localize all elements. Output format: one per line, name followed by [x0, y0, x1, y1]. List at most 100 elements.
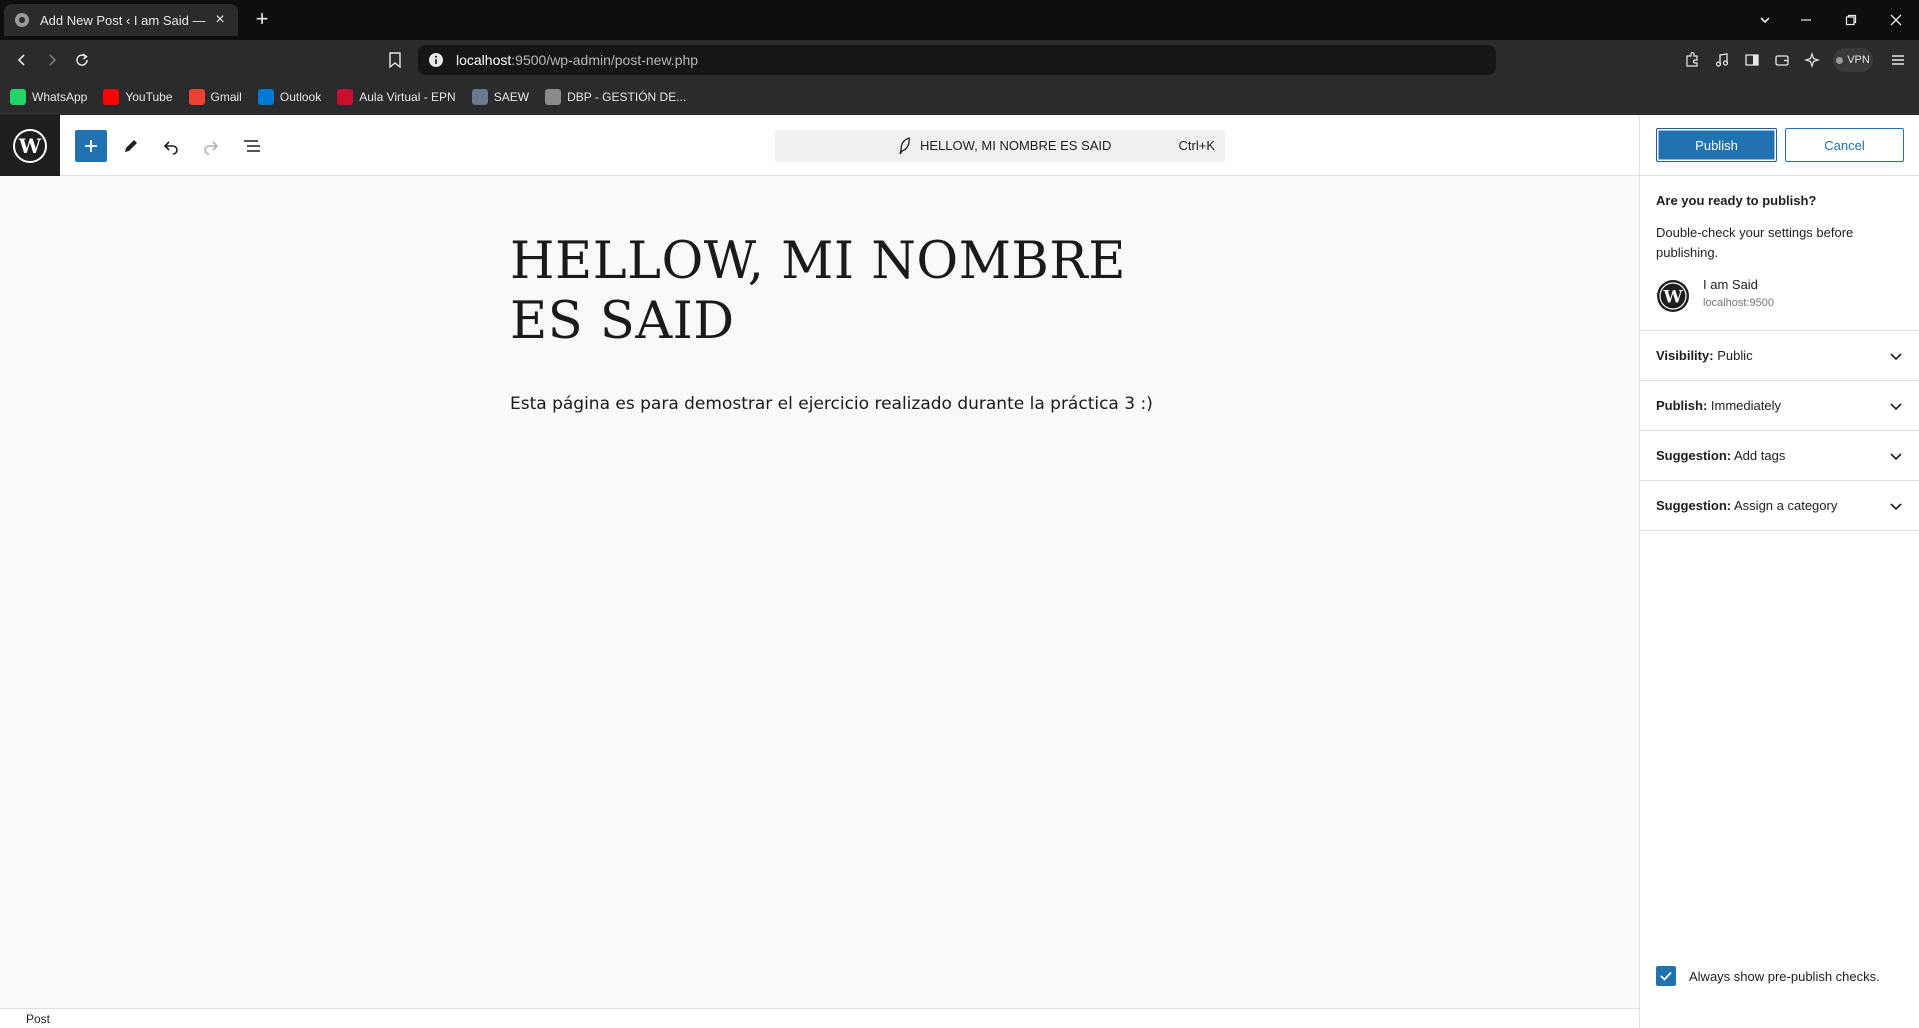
visibility-key: Visibility:	[1656, 348, 1714, 363]
media-icon[interactable]	[1710, 48, 1734, 72]
wordpress-logo-icon[interactable]: W	[0, 115, 60, 176]
bookmark-label: Gmail	[210, 89, 242, 104]
bookmark-item[interactable]: SAEW	[471, 88, 530, 105]
bookmark-label: YouTube	[125, 89, 173, 104]
back-icon[interactable]	[10, 48, 34, 72]
bookmark-label: SAEW	[493, 89, 530, 104]
browser-tab-active[interactable]: Add New Post ‹ I am Said — W ×	[4, 4, 238, 36]
vpn-label: VPN	[1847, 54, 1870, 66]
publish-time-row[interactable]: Publish: Immediately	[1640, 381, 1919, 431]
tags-suggestion-text: Suggestion: Add tags	[1656, 448, 1785, 463]
checkmark-icon	[1660, 971, 1672, 981]
bookmark-label: Outlook	[279, 89, 322, 104]
address-bar[interactable]: localhost:9500/wp-admin/post-new.php	[418, 45, 1496, 75]
browser-tabstrip: Add New Post ‹ I am Said — W × +	[0, 0, 1919, 40]
bookmark-label: Aula Virtual - EPN	[359, 89, 456, 104]
vpn-status-icon	[1836, 56, 1844, 64]
url-text: localhost:9500/wp-admin/post-new.php	[456, 52, 698, 68]
tab-close-icon[interactable]: ×	[212, 12, 228, 28]
whatsapp-icon	[10, 88, 26, 105]
command-palette-bar[interactable]: HELLOW, MI NOMBRE ES SAID Ctrl+K	[775, 130, 1225, 162]
saew-icon	[471, 88, 488, 105]
vpn-button[interactable]: VPN	[1833, 48, 1873, 72]
post-title-line-2: ES SAID	[510, 292, 735, 351]
always-show-checkbox[interactable]	[1656, 966, 1676, 986]
add-block-button[interactable]	[75, 130, 107, 162]
chevron-down-icon	[1890, 503, 1902, 511]
url-host: localhost	[456, 52, 512, 68]
tags-suggestion-key: Suggestion:	[1656, 448, 1732, 463]
prepublish-header: Publish Cancel	[1640, 115, 1919, 176]
leo-ai-icon[interactable]	[1800, 48, 1824, 72]
visibility-row[interactable]: Visibility: Public	[1640, 331, 1919, 381]
new-tab-button[interactable]: +	[250, 8, 274, 32]
wallet-icon[interactable]	[1770, 48, 1794, 72]
editor-header: W HELLOW, MI NOMBRE ES SAID Ctrl+K	[0, 115, 1639, 176]
close-window-icon[interactable]	[1884, 8, 1908, 32]
sidebar-icon[interactable]	[1740, 48, 1764, 72]
youtube-icon	[103, 88, 120, 105]
document-overview-icon[interactable]	[236, 130, 268, 162]
tags-suggestion-value: Add tags	[1734, 448, 1786, 463]
publish-time-key: Publish:	[1656, 398, 1708, 413]
chevron-down-icon	[1890, 453, 1902, 461]
bookmark-label: WhatsApp	[32, 89, 88, 104]
category-suggestion-key: Suggestion:	[1656, 498, 1732, 513]
post-type-icon	[899, 137, 910, 155]
tab-search-icon[interactable]	[1753, 8, 1777, 32]
bookmark-item[interactable]: YouTube	[103, 88, 173, 105]
globe-icon	[545, 88, 562, 105]
menu-icon[interactable]	[1886, 48, 1910, 72]
tools-pencil-icon[interactable]	[115, 130, 147, 162]
site-info-icon[interactable]	[428, 52, 444, 68]
bookmarks-bar: WhatsApp YouTube Gmail Outlook Aula Virtual …	[0, 80, 1919, 114]
prepublish-panel: Publish Cancel Are you ready to publish?…	[1639, 115, 1919, 1028]
command-shortcut: Ctrl+K	[1178, 138, 1215, 153]
category-suggestion-row[interactable]: Suggestion: Assign a category	[1640, 481, 1919, 531]
bookmark-icon[interactable]	[383, 48, 407, 72]
minimize-icon[interactable]	[1794, 8, 1818, 32]
globe-icon	[15, 13, 29, 27]
publish-time-text: Publish: Immediately	[1656, 398, 1781, 413]
wp-editor: W HELLOW, MI NOMBRE ES SAID Ctrl+K HELLO…	[0, 115, 1919, 1028]
always-show-checks: Always show pre-publish checks.	[1656, 966, 1880, 986]
bookmark-item[interactable]: Gmail	[188, 88, 242, 105]
chevron-down-icon	[1890, 353, 1902, 361]
always-show-label[interactable]: Always show pre-publish checks.	[1689, 969, 1880, 984]
svg-text:W: W	[1662, 288, 1683, 308]
bookmark-item[interactable]: DBP - GESTIÓN DE...	[545, 88, 687, 105]
undo-icon[interactable]	[155, 130, 187, 162]
gmail-icon	[188, 88, 205, 105]
ready-description: Double-check your settings before publis…	[1656, 225, 1854, 260]
bookmark-label: DBP - GESTIÓN DE...	[567, 89, 687, 104]
cancel-button[interactable]: Cancel	[1785, 128, 1904, 162]
document-title: HELLOW, MI NOMBRE ES SAID	[920, 138, 1112, 153]
tags-suggestion-row[interactable]: Suggestion: Add tags	[1640, 431, 1919, 481]
editor-canvas: HELLOW, MI NOMBRE ES SAID Esta página es…	[0, 176, 1639, 1008]
publish-time-value: Immediately	[1710, 398, 1781, 413]
editor-footer-breadcrumb[interactable]: Post	[0, 1008, 1639, 1028]
aula-virtual-icon	[337, 88, 354, 105]
post-title-line-1: HELLOW, MI NOMBRE	[510, 232, 1127, 291]
visibility-value: Public	[1717, 348, 1753, 363]
url-path: :9500/wp-admin/post-new.php	[511, 52, 699, 68]
reload-icon[interactable]	[70, 48, 94, 72]
site-wordpress-icon: W	[1657, 280, 1689, 312]
redo-icon[interactable]	[195, 130, 227, 162]
publish-button[interactable]: Publish	[1656, 128, 1777, 162]
bookmark-item[interactable]: Aula Virtual - EPN	[337, 88, 456, 105]
paragraph-block[interactable]: Esta página es para demostrar el ejercic…	[510, 394, 1210, 414]
restore-icon[interactable]	[1839, 8, 1863, 32]
bookmark-item[interactable]: WhatsApp	[10, 88, 88, 105]
visibility-text: Visibility: Public	[1656, 348, 1753, 363]
outlook-icon	[257, 88, 274, 105]
extensions-icon[interactable]	[1680, 48, 1704, 72]
site-url: localhost:9500	[1703, 297, 1774, 309]
bookmark-item[interactable]: Outlook	[257, 88, 322, 105]
post-title[interactable]: HELLOW, MI NOMBRE ES SAID	[510, 232, 1150, 352]
tab-title: Add New Post ‹ I am Said — W	[40, 12, 206, 28]
category-suggestion-text: Suggestion: Assign a category	[1656, 498, 1837, 513]
forward-icon[interactable]	[40, 48, 64, 72]
site-name: I am Said	[1703, 277, 1758, 292]
chevron-down-icon	[1890, 403, 1902, 411]
